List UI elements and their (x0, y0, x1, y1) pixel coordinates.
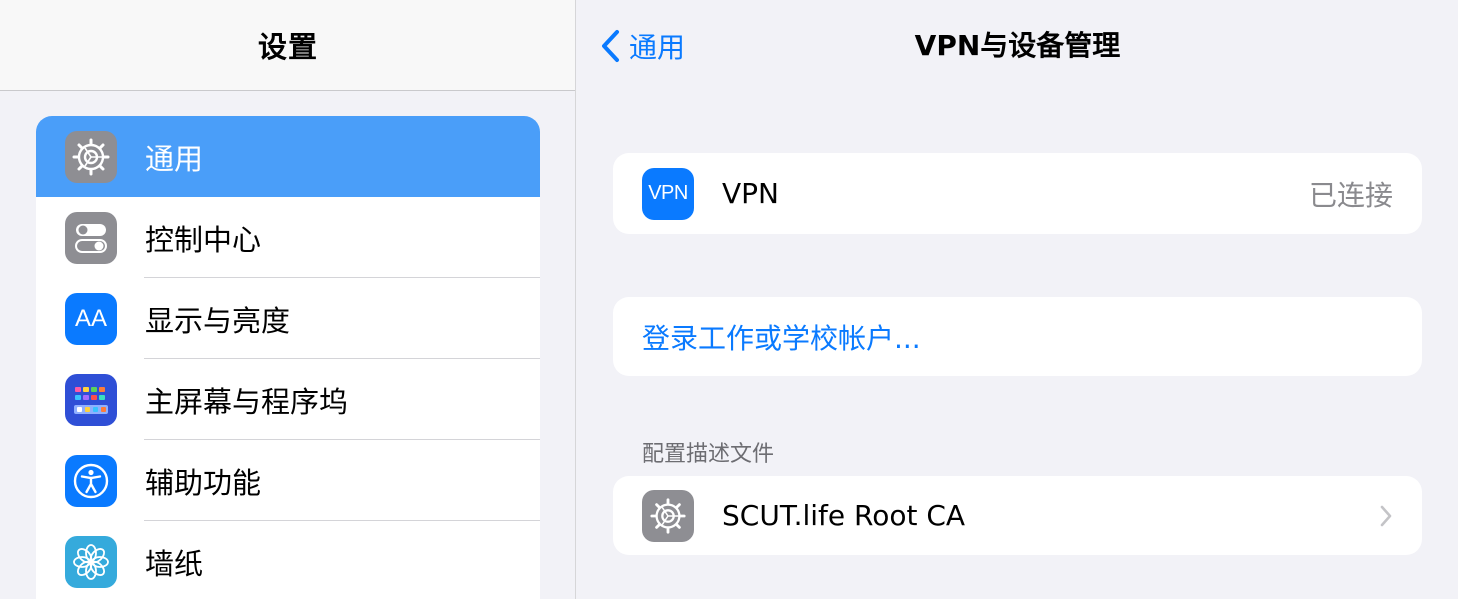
sidebar-header: 设置 (0, 0, 575, 91)
signin-row[interactable]: 登录工作或学校帐户... (613, 297, 1422, 376)
sidebar-item-general[interactable]: 通用 (36, 116, 540, 197)
profile-label: SCUT.life Root CA (722, 499, 966, 532)
sidebar-item-label: 显示与亮度 (145, 303, 291, 338)
sidebar-title: 设置 (257, 30, 318, 64)
profiles-section-header: 配置描述文件 (642, 442, 775, 467)
sidebar-item-label: 辅助功能 (145, 465, 262, 500)
app-grid-icon (65, 373, 117, 426)
detail-pane: 通用 VPN与设备管理 VPN VPN 已连接 登录工作或学校帐户... 配置描… (577, 0, 1458, 599)
toggle-switches-icon (65, 211, 117, 264)
sidebar-item-label: 控制中心 (145, 222, 262, 257)
vpn-icon: VPN (642, 167, 694, 220)
vpn-icon-text: VPN (648, 182, 688, 204)
vpn-row[interactable]: VPN VPN 已连接 (613, 153, 1422, 234)
sidebar-item-control-center[interactable]: 控制中心 (36, 197, 540, 278)
signin-group: 登录工作或学校帐户... (613, 297, 1422, 376)
page-title-text: VPN与设备管理 (914, 29, 1121, 62)
sidebar-item-home-screen-dock[interactable]: 主屏幕与程序坞 (36, 359, 540, 440)
profile-row[interactable]: SCUT.life Root CA (613, 476, 1422, 555)
vpn-status: 已连接 (1308, 178, 1393, 212)
sidebar-item-label: 通用 (145, 141, 204, 176)
sidebar-item-label: 主屏幕与程序坞 (145, 384, 349, 419)
vpn-label: VPN (722, 177, 779, 210)
sidebar-item-accessibility[interactable]: 辅助功能 (36, 440, 540, 521)
sidebar-item-label: 墙纸 (145, 546, 204, 581)
page-title: VPN与设备管理 (577, 26, 1458, 66)
signin-link[interactable]: 登录工作或学校帐户... (642, 317, 921, 357)
vpn-group: VPN VPN 已连接 (613, 153, 1422, 234)
sidebar-item-wallpaper[interactable]: 墙纸 (36, 521, 540, 599)
sidebar: 设置 通用 控制中心 AA 显示与亮度 主屏幕与程序坞 辅助功能 墙纸 (0, 0, 576, 599)
gear-icon (642, 489, 694, 542)
text-size-icon: AA (65, 292, 117, 345)
accessibility-icon (65, 454, 117, 507)
chevron-right-icon (1380, 505, 1392, 526)
sidebar-item-display-brightness[interactable]: AA 显示与亮度 (36, 278, 540, 359)
profiles-group: SCUT.life Root CA (613, 476, 1422, 555)
flower-icon (65, 535, 117, 588)
text-size-glyph: AA (74, 304, 107, 332)
settings-screen: 设置 通用 控制中心 AA 显示与亮度 主屏幕与程序坞 辅助功能 墙纸 通用 V… (0, 0, 1458, 599)
gear-icon (65, 130, 117, 183)
sidebar-list: 通用 控制中心 AA 显示与亮度 主屏幕与程序坞 辅助功能 墙纸 (36, 116, 540, 599)
